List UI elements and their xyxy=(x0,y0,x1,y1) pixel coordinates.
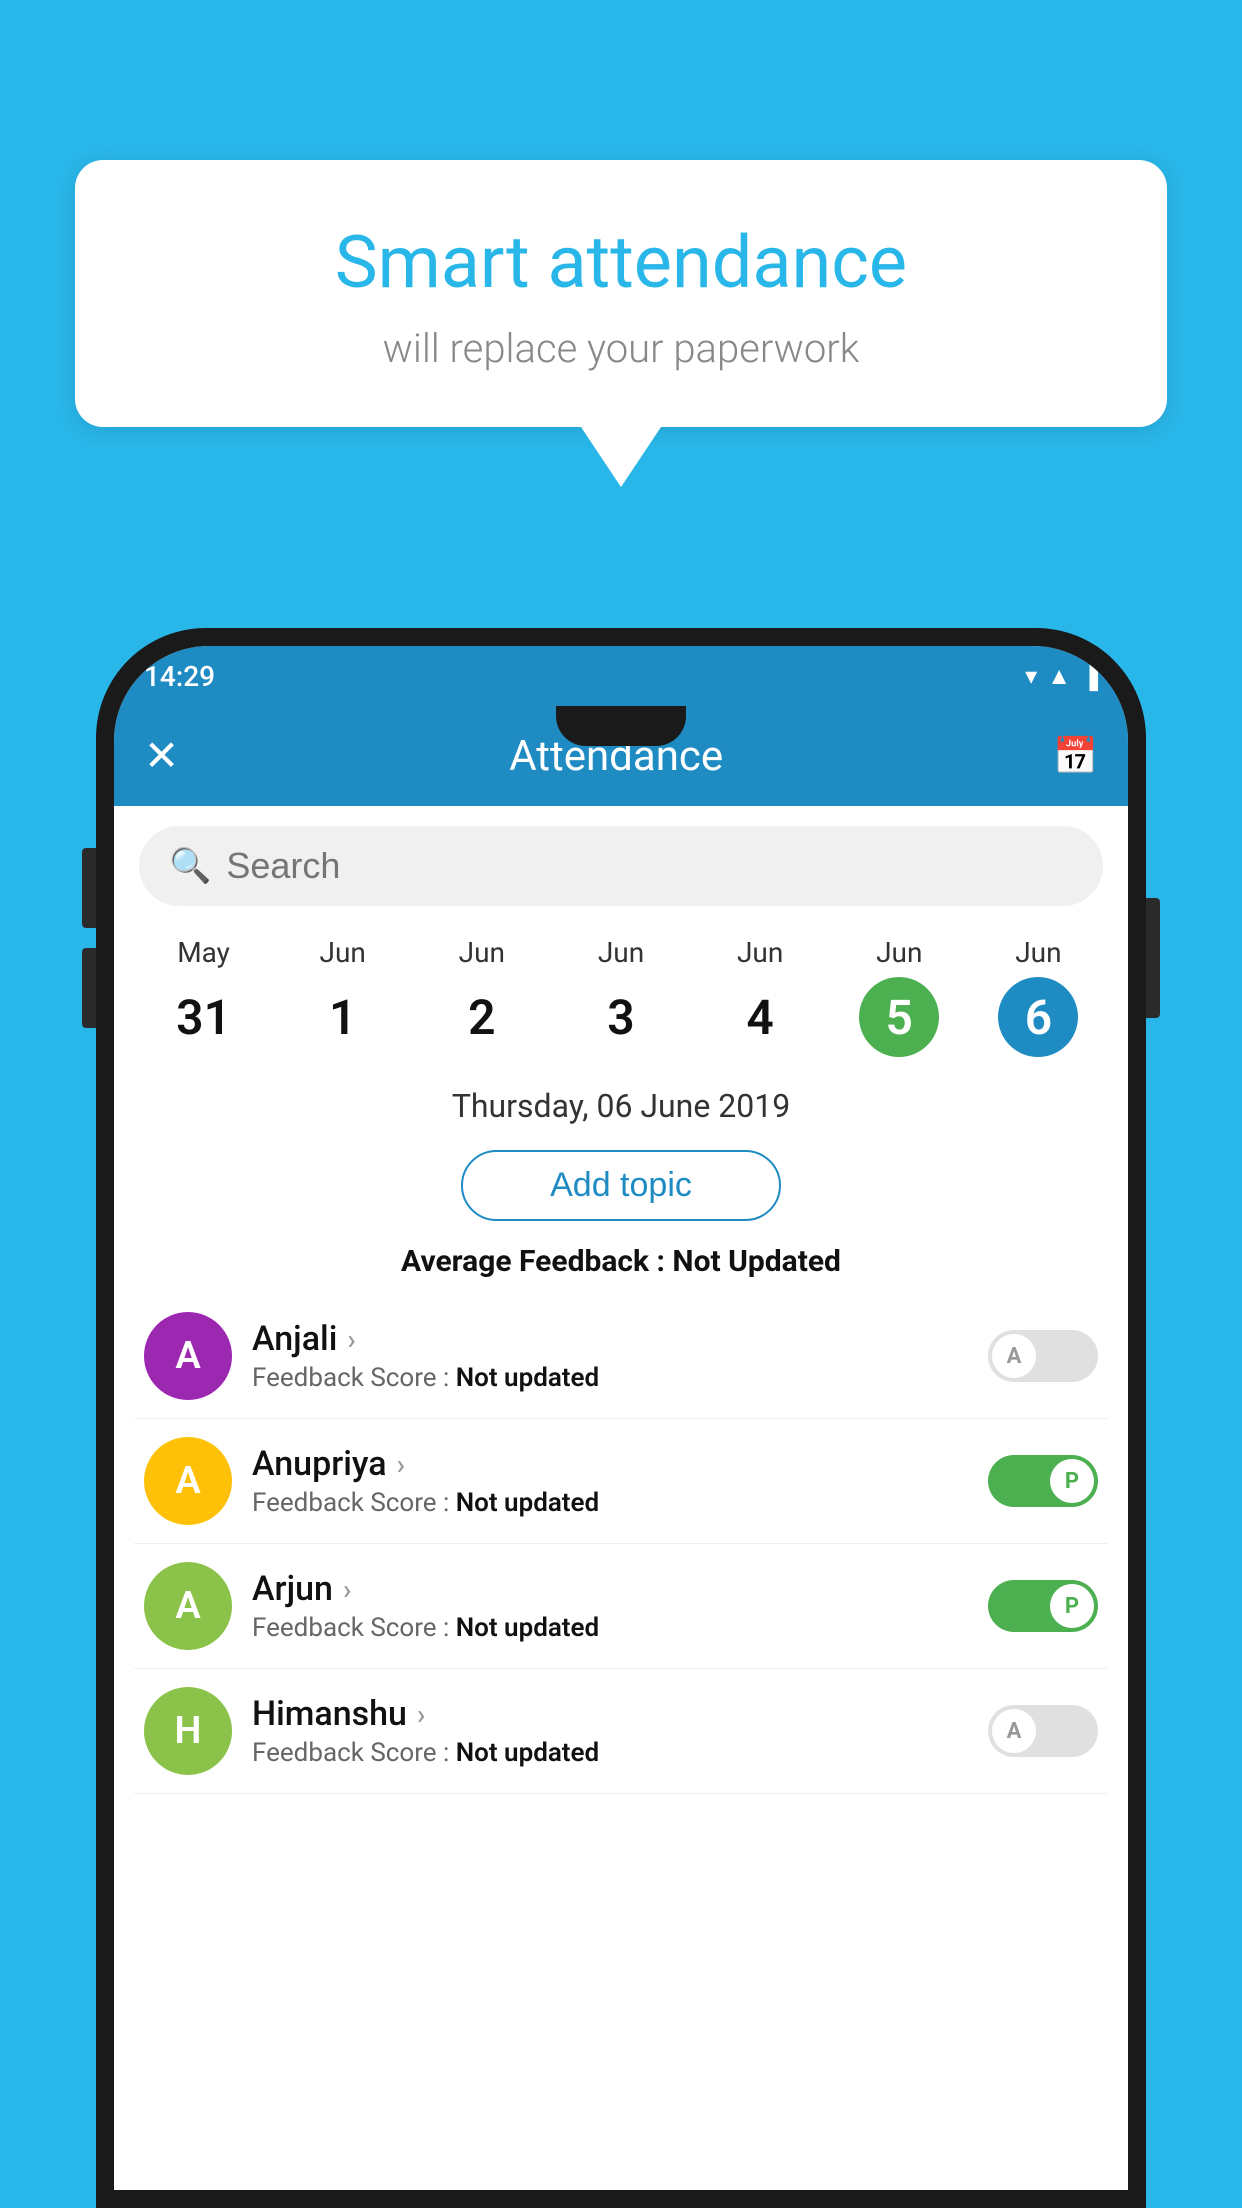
calendar-date-number: 5 xyxy=(859,977,939,1057)
toggle-knob: P xyxy=(1050,1584,1094,1628)
calendar-icon[interactable]: 📅 xyxy=(1053,735,1098,777)
battery-icon: ▐ xyxy=(1081,662,1098,691)
status-time: 14:29 xyxy=(144,660,215,693)
attendance-toggle[interactable]: P xyxy=(988,1580,1098,1632)
search-bar[interactable]: 🔍 xyxy=(139,826,1103,906)
feedback-value: Not updated xyxy=(456,1613,599,1643)
calendar-month-label: Jun xyxy=(412,936,551,969)
calendar-date-number: 31 xyxy=(164,977,244,1057)
calendar-month-label: Jun xyxy=(551,936,690,969)
calendar-date-number: 4 xyxy=(720,977,800,1057)
search-input[interactable] xyxy=(226,845,1073,887)
calendar-month-label: May xyxy=(134,936,273,969)
speech-bubble: Smart attendance will replace your paper… xyxy=(75,160,1167,427)
student-info: Anjali › Feedback Score : Not updated xyxy=(232,1319,988,1393)
feedback-value: Not updated xyxy=(456,1363,599,1393)
chevron-right-icon: › xyxy=(397,1448,405,1481)
student-name: Anupriya › xyxy=(252,1444,968,1484)
phone-screen: 14:29 ▾ ▲ ▐ ✕ Attendance 📅 🔍 May 31 Jun … xyxy=(114,646,1128,2190)
toggle-knob: A xyxy=(992,1334,1036,1378)
toggle-switch[interactable]: A xyxy=(988,1330,1098,1382)
student-item[interactable]: A Anjali › Feedback Score : Not updated … xyxy=(134,1294,1108,1419)
calendar-date-number: 2 xyxy=(442,977,522,1057)
close-button[interactable]: ✕ xyxy=(144,731,179,781)
student-list: A Anjali › Feedback Score : Not updated … xyxy=(114,1294,1128,1794)
wifi-icon: ▾ xyxy=(1025,662,1037,690)
student-avatar: H xyxy=(144,1687,232,1775)
chevron-right-icon: › xyxy=(417,1698,425,1731)
search-icon: 🔍 xyxy=(169,846,211,886)
feedback-value: Not updated xyxy=(456,1738,599,1768)
calendar-month-label: Jun xyxy=(830,936,969,969)
student-item[interactable]: H Himanshu › Feedback Score : Not update… xyxy=(134,1669,1108,1794)
chevron-right-icon: › xyxy=(343,1573,351,1606)
phone-notch xyxy=(556,706,686,746)
attendance-toggle[interactable]: A xyxy=(988,1330,1098,1382)
student-name: Himanshu › xyxy=(252,1694,968,1734)
signal-icon: ▲ xyxy=(1047,662,1071,691)
calendar-date-number: 3 xyxy=(581,977,661,1057)
calendar-day[interactable]: Jun 1 xyxy=(273,936,412,1057)
toggle-switch[interactable]: P xyxy=(988,1455,1098,1507)
power-button[interactable] xyxy=(1146,898,1160,1018)
student-avatar: A xyxy=(144,1562,232,1650)
add-topic-button[interactable]: Add topic xyxy=(461,1150,781,1221)
calendar-month-label: Jun xyxy=(969,936,1108,969)
avg-feedback-label: Average Feedback : xyxy=(401,1244,672,1279)
student-name: Anjali › xyxy=(252,1319,968,1359)
selected-date-label: Thursday, 06 June 2019 xyxy=(114,1067,1128,1135)
speech-bubble-subtitle: will replace your paperwork xyxy=(125,325,1117,372)
calendar-day[interactable]: May 31 xyxy=(134,936,273,1057)
student-item[interactable]: A Arjun › Feedback Score : Not updated P xyxy=(134,1544,1108,1669)
student-feedback: Feedback Score : Not updated xyxy=(252,1363,968,1393)
feedback-value: Not updated xyxy=(456,1488,599,1518)
speech-bubble-container: Smart attendance will replace your paper… xyxy=(75,160,1167,487)
student-feedback: Feedback Score : Not updated xyxy=(252,1488,968,1518)
student-info: Anupriya › Feedback Score : Not updated xyxy=(232,1444,988,1518)
speech-bubble-tail xyxy=(581,427,661,487)
calendar-date-number: 6 xyxy=(998,977,1078,1057)
attendance-toggle[interactable]: P xyxy=(988,1455,1098,1507)
speech-bubble-title: Smart attendance xyxy=(125,220,1117,305)
volume-up-button[interactable] xyxy=(82,848,96,928)
toggle-knob: P xyxy=(1050,1459,1094,1503)
toggle-knob: A xyxy=(992,1709,1036,1753)
volume-down-button[interactable] xyxy=(82,948,96,1028)
student-feedback: Feedback Score : Not updated xyxy=(252,1613,968,1643)
calendar-month-label: Jun xyxy=(273,936,412,969)
student-info: Arjun › Feedback Score : Not updated xyxy=(232,1569,988,1643)
status-icons: ▾ ▲ ▐ xyxy=(1025,662,1098,691)
student-avatar: A xyxy=(144,1312,232,1400)
student-avatar: A xyxy=(144,1437,232,1525)
chevron-right-icon: › xyxy=(347,1323,355,1356)
calendar-month-label: Jun xyxy=(691,936,830,969)
student-info: Himanshu › Feedback Score : Not updated xyxy=(232,1694,988,1768)
calendar-date-number: 1 xyxy=(303,977,383,1057)
student-item[interactable]: A Anupriya › Feedback Score : Not update… xyxy=(134,1419,1108,1544)
calendar-day[interactable]: Jun 4 xyxy=(691,936,830,1057)
toggle-switch[interactable]: A xyxy=(988,1705,1098,1757)
calendar-day[interactable]: Jun 2 xyxy=(412,936,551,1057)
toggle-switch[interactable]: P xyxy=(988,1580,1098,1632)
phone-frame: 14:29 ▾ ▲ ▐ ✕ Attendance 📅 🔍 May 31 Jun … xyxy=(96,628,1146,2208)
average-feedback: Average Feedback : Not Updated xyxy=(114,1236,1128,1294)
calendar-day[interactable]: Jun 5 xyxy=(830,936,969,1057)
avg-feedback-value: Not Updated xyxy=(672,1244,841,1279)
attendance-toggle[interactable]: A xyxy=(988,1705,1098,1757)
calendar-day[interactable]: Jun 3 xyxy=(551,936,690,1057)
student-feedback: Feedback Score : Not updated xyxy=(252,1738,968,1768)
calendar-strip: May 31 Jun 1 Jun 2 Jun 3 Jun 4 Jun 5 Jun… xyxy=(114,926,1128,1067)
student-name: Arjun › xyxy=(252,1569,968,1609)
status-bar: 14:29 ▾ ▲ ▐ xyxy=(114,646,1128,706)
calendar-day[interactable]: Jun 6 xyxy=(969,936,1108,1057)
